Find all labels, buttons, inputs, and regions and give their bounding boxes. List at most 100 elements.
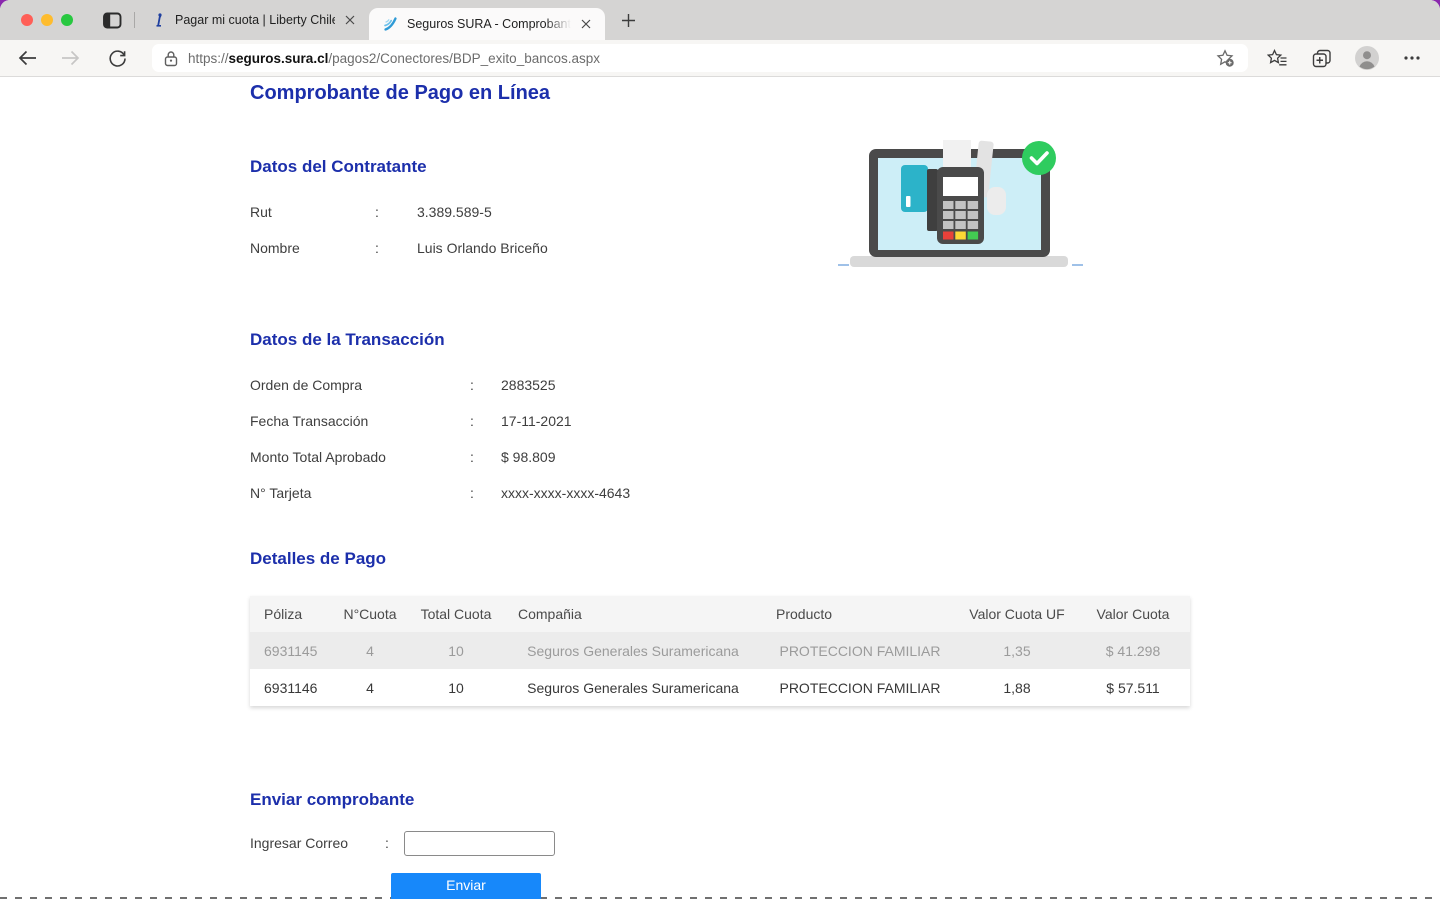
tabbar-separator [134, 12, 135, 28]
collections-icon [1312, 49, 1332, 68]
payment-success-illustration [833, 139, 1088, 271]
ellipsis-icon [1403, 55, 1421, 61]
cell-producto: PROTECCION FAMILIAR [762, 669, 958, 706]
data-row-rut: Rut : 3.389.589-5 [250, 205, 548, 241]
tab-close-button[interactable] [577, 15, 595, 33]
cell-poliza: 6931145 [250, 632, 332, 669]
data-row-orden: Orden de Compra : 2883525 [250, 378, 630, 414]
collections-button[interactable] [1307, 44, 1337, 72]
row-separator: : [470, 414, 501, 429]
avatar-icon [1354, 45, 1380, 71]
refresh-button[interactable] [102, 44, 132, 72]
row-label: Orden de Compra [250, 378, 470, 393]
row-label: N° Tarjeta [250, 486, 470, 501]
col-valor: Valor Cuota [1076, 596, 1190, 632]
vertical-tabs-icon [103, 12, 122, 29]
cell-compania: Seguros Generales Suramericana [504, 632, 762, 669]
table-row: 6931145 4 10 Seguros Generales Surameric… [250, 632, 1190, 669]
minimize-window-button[interactable] [41, 14, 53, 26]
section-heading: Detalles de Pago [250, 549, 1190, 569]
url-text[interactable]: https://seguros.sura.cl/pagos2/Conectore… [188, 51, 1210, 66]
col-poliza: Póliza [250, 596, 332, 632]
cell-valor: $ 57.511 [1076, 669, 1190, 706]
row-value: Luis Orlando Briceño [417, 241, 548, 256]
row-value: 2883525 [501, 378, 556, 393]
section-detalles: Detalles de Pago Póliza N°Cuota Total Cu… [250, 549, 1190, 706]
tab-title: Seguros SURA - Comprobante [407, 17, 571, 31]
email-label: Ingresar Correo [250, 831, 385, 851]
favorites-button[interactable] [1262, 44, 1292, 72]
col-producto: Producto [762, 596, 958, 632]
star-add-icon [1216, 49, 1235, 68]
toolbar-right-icons [1262, 44, 1427, 72]
row-separator: : [470, 378, 501, 393]
row-label: Nombre [250, 241, 375, 256]
row-separator: : [470, 486, 501, 501]
cell-poliza: 6931146 [250, 669, 332, 706]
forward-button[interactable] [55, 44, 85, 72]
address-bar[interactable]: https://seguros.sura.cl/pagos2/Conectore… [152, 44, 1248, 72]
row-value: xxxx-xxxx-xxxx-4643 [501, 486, 630, 501]
row-value: 3.389.589-5 [417, 205, 492, 220]
section-heading: Datos de la Transacción [250, 330, 630, 350]
lock-icon[interactable] [164, 50, 178, 67]
row-separator: : [375, 241, 417, 256]
favorites-star-icon [1267, 49, 1288, 67]
section-heading: Enviar comprobante [250, 790, 414, 810]
col-compania: Compañia [504, 596, 762, 632]
back-button[interactable] [12, 44, 42, 72]
send-receipt-button[interactable]: Enviar [391, 873, 541, 899]
maximize-window-button[interactable] [61, 14, 73, 26]
profile-button[interactable] [1352, 44, 1382, 72]
refresh-icon [108, 49, 127, 68]
settings-menu-button[interactable] [1397, 44, 1427, 72]
cell-valor: $ 41.298 [1076, 632, 1190, 669]
cell-producto: PROTECCION FAMILIAR [762, 632, 958, 669]
add-favorite-button[interactable] [1210, 44, 1240, 72]
page-content: Comprobante de Pago en Línea [0, 77, 1440, 899]
url-path: /pagos2/Conectores/BDP_exito_bancos.aspx [328, 51, 600, 66]
close-icon [581, 19, 591, 29]
success-check-icon [1022, 141, 1056, 175]
cell-totalcuota: 10 [408, 669, 504, 706]
cell-totalcuota: 10 [408, 632, 504, 669]
section-enviar: Enviar comprobante [250, 790, 414, 810]
table-header-row: Póliza N°Cuota Total Cuota Compañia Prod… [250, 596, 1190, 632]
row-label: Rut [250, 205, 375, 220]
bottom-dashed-line [0, 897, 1440, 899]
row-label: Monto Total Aprobado [250, 450, 470, 465]
col-totalcuota: Total Cuota [408, 596, 504, 632]
tab-liberty-chile[interactable]: Pagar mi cuota | Liberty Chile [137, 0, 369, 40]
traffic-lights [21, 14, 73, 26]
plus-icon [621, 13, 636, 28]
tab-actions-menu-button[interactable] [101, 9, 123, 31]
browser-window: Pagar mi cuota | Liberty Chile Seguros S… [0, 0, 1440, 900]
section-transaccion: Datos de la Transacción Orden de Compra … [250, 330, 630, 522]
row-separator: : [385, 831, 404, 851]
section-contratante: Datos del Contratante Rut : 3.389.589-5 … [250, 157, 548, 277]
cell-ncuota: 4 [332, 632, 408, 669]
back-arrow-icon [18, 50, 37, 66]
tab-close-button[interactable] [341, 11, 359, 29]
row-separator: : [375, 205, 417, 220]
cell-ncuota: 4 [332, 669, 408, 706]
url-domain: seguros.sura.cl [229, 51, 329, 66]
cell-valor-uf: 1,88 [958, 669, 1076, 706]
forward-arrow-icon [61, 50, 80, 66]
data-row-tarjeta: N° Tarjeta : xxxx-xxxx-xxxx-4643 [250, 486, 630, 522]
cell-valor-uf: 1,35 [958, 632, 1076, 669]
email-input[interactable] [404, 831, 555, 856]
close-icon [345, 15, 355, 25]
new-tab-button[interactable] [615, 7, 641, 33]
tab-title: Pagar mi cuota | Liberty Chile [175, 13, 335, 27]
liberty-chile-favicon [151, 12, 167, 28]
row-label: Fecha Transacción [250, 414, 470, 429]
email-row: Ingresar Correo : [250, 831, 555, 856]
close-window-button[interactable] [21, 14, 33, 26]
row-separator: : [470, 450, 501, 465]
navigation-toolbar: https://seguros.sura.cl/pagos2/Conectore… [0, 40, 1440, 77]
tab-seguros-sura[interactable]: Seguros SURA - Comprobante [369, 8, 605, 40]
col-valor-uf: Valor Cuota UF [958, 596, 1076, 632]
cell-compania: Seguros Generales Suramericana [504, 669, 762, 706]
table-row: 6931146 4 10 Seguros Generales Surameric… [250, 669, 1190, 706]
